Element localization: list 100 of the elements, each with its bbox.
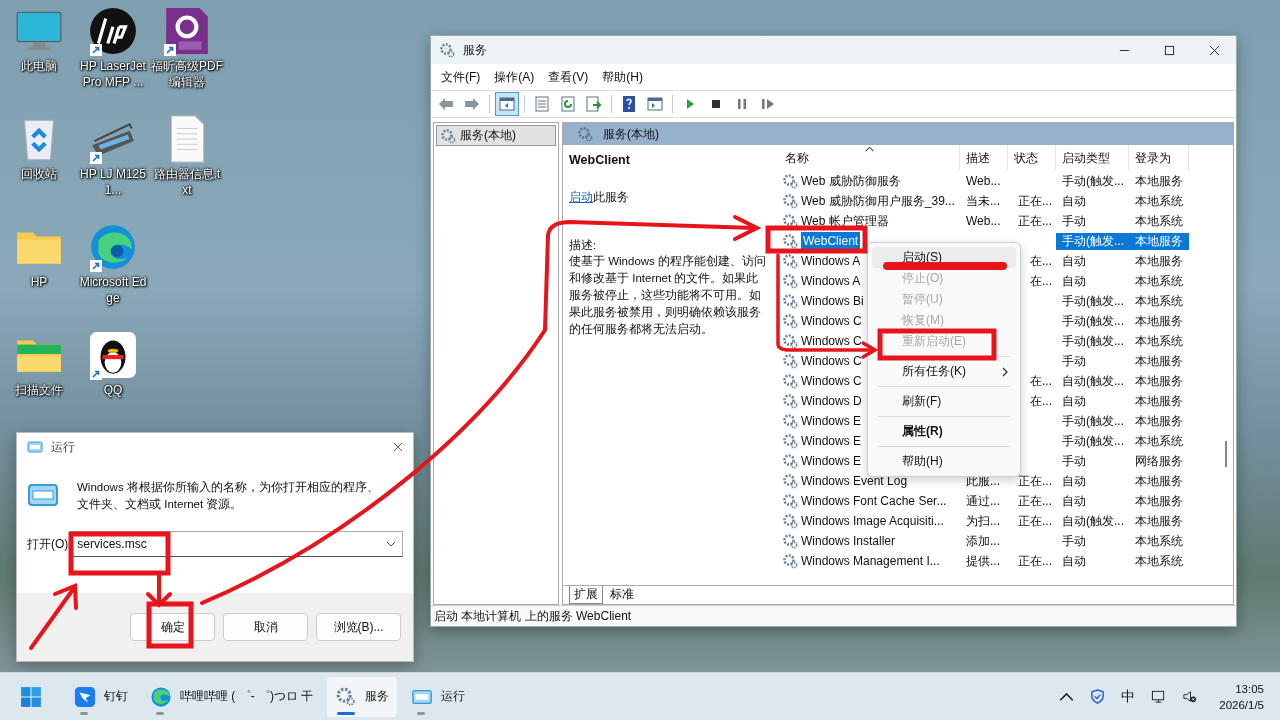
service-name-cell[interactable]: Windows Font Cache Ser...	[801, 494, 947, 508]
gear-icon	[782, 193, 798, 209]
view-tab[interactable]: 标准	[605, 585, 639, 604]
service-name-cell[interactable]: Windows C	[801, 374, 862, 388]
service-name-cell[interactable]: Windows E	[801, 434, 862, 448]
column-header[interactable]: 描述	[960, 145, 1008, 171]
service-name-cell[interactable]: Windows Installer	[801, 534, 896, 548]
monitor-icon[interactable]	[1151, 689, 1167, 704]
speaker-muted-icon[interactable]	[1182, 689, 1198, 704]
taskbar-app[interactable]: 哔哩哔哩 ( ゜- ゜)つロ 干	[142, 676, 322, 717]
column-header[interactable]: 登录为	[1129, 145, 1189, 171]
startup-type-cell: 自动	[1062, 393, 1086, 408]
column-header[interactable]: 名称	[779, 145, 960, 171]
menu-item[interactable]: 刷新(F)	[872, 391, 1016, 412]
maximize-icon[interactable]	[1164, 44, 1175, 56]
clock[interactable]: 13:05 2026/1/5	[1219, 680, 1264, 713]
startup-type-cell: 手动(触发...	[1062, 433, 1124, 448]
gear-icon	[782, 533, 798, 549]
menu-item[interactable]: 属性(R)	[872, 421, 1016, 442]
startup-type-cell: 自动	[1062, 193, 1086, 208]
logon-cell: 网络服务	[1135, 453, 1183, 468]
status-cell: 在...	[1030, 372, 1052, 390]
column-header[interactable]: 启动类型	[1056, 145, 1129, 171]
tree-icon[interactable]	[496, 93, 518, 115]
service-name-cell[interactable]: Windows C	[801, 334, 862, 348]
logon-cell: 本地系统	[1135, 193, 1183, 208]
desktop-app-icon	[88, 6, 138, 56]
menu-item[interactable]: 查看(V)	[548, 68, 589, 86]
close-icon[interactable]	[393, 442, 403, 452]
dialog-button[interactable]: 确定	[130, 613, 215, 641]
service-name-cell[interactable]: WebClient	[801, 232, 861, 250]
gear-icon	[782, 233, 798, 249]
gear-icon	[782, 553, 798, 569]
gear-icon	[782, 433, 798, 449]
desktop-app-icon	[88, 330, 138, 380]
service-name-cell[interactable]: Windows E	[801, 454, 862, 468]
window-title: 服务	[463, 41, 487, 59]
highlight-box	[146, 601, 194, 649]
service-name-cell[interactable]: Windows A	[801, 274, 861, 288]
description-cell: 提供...	[966, 553, 1000, 568]
status-cell: 正在...	[1018, 192, 1052, 210]
service-name-cell[interactable]: Windows A	[801, 254, 861, 268]
menu-item[interactable]: 帮助(H)	[872, 451, 1016, 472]
close-icon[interactable]	[1209, 44, 1220, 56]
service-name-cell[interactable]: Windows C	[801, 314, 862, 328]
service-name-cell[interactable]: Web 威胁防御用户服务_39...	[801, 192, 955, 210]
startup-type-cell: 手动	[1062, 353, 1086, 368]
shield-icon[interactable]	[1090, 689, 1106, 704]
app-icon	[74, 685, 96, 708]
menu-item[interactable]: 帮助(H)	[602, 68, 643, 86]
start-link[interactable]: 启动	[569, 190, 593, 204]
start-icon[interactable]	[20, 685, 42, 708]
gear-icon	[782, 273, 798, 289]
description-cell: 通过...	[966, 493, 1000, 508]
tree-item[interactable]: 服务(本地)	[436, 125, 556, 146]
taskbar-app[interactable]: 钉钉	[66, 676, 136, 717]
gear-icon	[782, 453, 798, 469]
service-name-cell[interactable]: Windows Event Log	[801, 474, 908, 488]
dialog-button[interactable]: 取消	[223, 613, 308, 641]
column-header[interactable]: 状态	[1008, 145, 1056, 171]
startup-type-cell: 手动	[1062, 213, 1086, 228]
description-cell: 为扫...	[966, 513, 1000, 528]
menu-item[interactable]: 操作(A)	[494, 68, 535, 86]
service-name-cell[interactable]: Windows Bi	[801, 294, 864, 308]
desktop-icon-label: 路由器信息.txt	[152, 166, 222, 198]
service-name: WebClient	[569, 153, 631, 167]
status-cell: 正在...	[1018, 472, 1052, 490]
service-name-cell[interactable]: Windows C	[801, 354, 862, 368]
gear-icon	[782, 353, 798, 369]
menu-item[interactable]: 所有任务(K)	[872, 361, 1016, 382]
scrollbar-thumb[interactable]	[1225, 441, 1227, 467]
gear-icon	[782, 493, 798, 509]
service-name-cell[interactable]: Windows E	[801, 414, 862, 428]
logon-cell: 本地服务	[1135, 373, 1183, 388]
dialog-button[interactable]: 浏览(B)...	[316, 613, 401, 641]
gear-icon	[782, 213, 798, 229]
menu-item[interactable]: 文件(F)	[441, 68, 481, 86]
gear-icon	[782, 373, 798, 389]
taskbar-app[interactable]: 服务	[327, 676, 398, 717]
run-window-icon	[27, 483, 59, 507]
startup-type-cell: 自动	[1062, 493, 1086, 508]
startup-type-cell: 手动(触发...	[1062, 233, 1124, 248]
service-name-cell[interactable]: Windows D	[801, 394, 862, 408]
dropdown-caret-icon[interactable]	[386, 541, 396, 547]
command-field[interactable]: services.msc	[70, 531, 403, 557]
service-name-cell[interactable]: Web 帐户管理器	[801, 212, 889, 230]
taskbar-app[interactable]: 运行	[403, 676, 474, 717]
desktop-app-icon	[88, 222, 138, 272]
desktop-icon-label: HP	[29, 274, 49, 290]
gear-icon	[782, 293, 798, 309]
startup-type-cell: 自动	[1062, 553, 1086, 568]
service-name-cell[interactable]: Windows Management I...	[801, 554, 940, 568]
service-name-cell[interactable]: Windows Image Acquisiti...	[801, 514, 944, 528]
description-cell: Web...	[966, 174, 1001, 188]
input-method-indicator[interactable]: 中	[1121, 687, 1136, 706]
view-tab[interactable]: 扩展	[569, 586, 603, 604]
browser-icon	[150, 685, 172, 708]
gear-icon	[577, 126, 593, 142]
service-name-cell[interactable]: Web 威胁防御服务	[801, 172, 901, 190]
gear-icon	[782, 313, 798, 329]
